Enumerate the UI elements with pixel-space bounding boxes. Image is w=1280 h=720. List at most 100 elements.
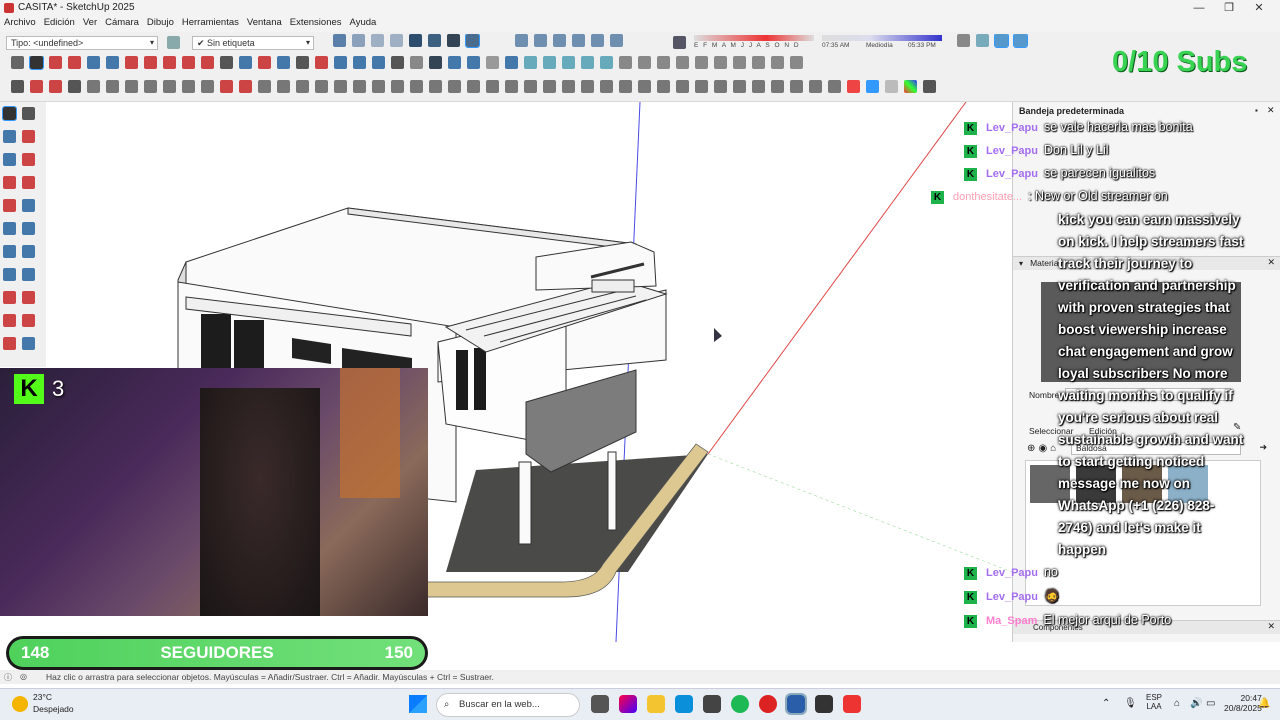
solid-2-icon[interactable]: [467, 56, 480, 69]
move-tool-icon[interactable]: [3, 291, 16, 304]
group-2-icon[interactable]: [543, 56, 556, 69]
tool-g-icon[interactable]: [125, 80, 138, 93]
right-view-icon[interactable]: [390, 34, 403, 47]
group-1-icon[interactable]: [524, 56, 537, 69]
extension-icon[interactable]: [353, 56, 366, 69]
tool-x-icon[interactable]: [448, 80, 461, 93]
tool-ao-icon[interactable]: [771, 80, 784, 93]
tray-chevron-icon[interactable]: ⌃: [1102, 698, 1110, 709]
sketchup-taskbar-icon[interactable]: [785, 693, 807, 715]
menu-camara[interactable]: Cámara: [101, 16, 143, 30]
tool-aj-icon[interactable]: [676, 80, 689, 93]
tool-i-icon[interactable]: [163, 80, 176, 93]
tool-ag-icon[interactable]: [619, 80, 632, 93]
windows-start-icon[interactable]: [409, 695, 427, 713]
solid-3-icon[interactable]: [486, 56, 499, 69]
tool-k-icon[interactable]: [201, 80, 214, 93]
pie-tool-icon[interactable]: [22, 268, 35, 281]
style-2-icon[interactable]: [534, 34, 547, 47]
followme-tool-icon[interactable]: [22, 314, 35, 327]
menu-ver[interactable]: Ver: [79, 16, 101, 30]
arc2-tool-icon[interactable]: [22, 245, 35, 258]
move-icon[interactable]: [144, 56, 157, 69]
tool-e-icon[interactable]: [87, 80, 100, 93]
tag-tool-icon[interactable]: [3, 153, 16, 166]
opera-icon[interactable]: [759, 695, 777, 713]
push-pull-icon[interactable]: [125, 56, 138, 69]
menu-dibujo[interactable]: Dibujo: [143, 16, 178, 30]
rotated-rect-tool-icon[interactable]: [22, 199, 35, 212]
copy-icon[interactable]: [676, 56, 689, 69]
paint-icon[interactable]: [239, 56, 252, 69]
back-view-icon[interactable]: [409, 34, 422, 47]
style-5-icon[interactable]: [591, 34, 604, 47]
group-3-icon[interactable]: [562, 56, 575, 69]
tool-o-icon[interactable]: [277, 80, 290, 93]
sun-icon[interactable]: [976, 34, 989, 47]
section-display-icon[interactable]: [1013, 34, 1028, 48]
menu-herramientas[interactable]: Herramientas: [178, 16, 243, 30]
info-icon[interactable]: [790, 56, 803, 69]
save-icon[interactable]: [638, 56, 651, 69]
weather-icon[interactable]: [12, 696, 28, 712]
tool-ac-icon[interactable]: [543, 80, 556, 93]
menu-ventana[interactable]: Ventana: [243, 16, 286, 30]
zoom-extents-icon[interactable]: [315, 56, 328, 69]
zoom-icon[interactable]: [296, 56, 309, 69]
tool-ab-icon[interactable]: [524, 80, 537, 93]
minimize-button[interactable]: —: [1184, 0, 1214, 16]
maximize-button[interactable]: ❐: [1214, 0, 1244, 16]
user-icon[interactable]: [429, 56, 442, 69]
delete-icon[interactable]: [714, 56, 727, 69]
expand-icon[interactable]: ▾: [1019, 259, 1023, 268]
tool-y-icon[interactable]: [467, 80, 480, 93]
tag-combo[interactable]: ✔ Sin etiqueta: [192, 36, 314, 50]
menu-extensiones[interactable]: Extensiones: [286, 16, 346, 30]
component-tool-icon[interactable]: [22, 107, 35, 120]
tape-icon[interactable]: [220, 56, 233, 69]
offset-icon[interactable]: [201, 56, 214, 69]
tool-a-icon[interactable]: [11, 80, 24, 93]
tool-ae-icon[interactable]: [581, 80, 594, 93]
tool-aa-icon[interactable]: [505, 80, 518, 93]
tool-ap-icon[interactable]: [790, 80, 803, 93]
fog-icon[interactable]: [957, 34, 970, 47]
tool-s-icon[interactable]: [353, 80, 366, 93]
style-6-icon[interactable]: [610, 34, 623, 47]
tray-close-icon[interactable]: ✕: [1267, 105, 1275, 116]
eraser-tool-icon[interactable]: [22, 130, 35, 143]
shaded-icon[interactable]: [465, 34, 480, 48]
open-icon[interactable]: [619, 56, 632, 69]
line-icon[interactable]: [87, 56, 100, 69]
paste-icon[interactable]: [695, 56, 708, 69]
tool-ar-icon[interactable]: [828, 80, 841, 93]
rectangle-icon[interactable]: [106, 56, 119, 69]
tool-q-icon[interactable]: [315, 80, 328, 93]
warehouse-icon[interactable]: [334, 56, 347, 69]
axes-icon[interactable]: [923, 80, 936, 93]
pushpull-tool-icon[interactable]: [22, 291, 35, 304]
tool-aq-icon[interactable]: [809, 80, 822, 93]
pencil-icon[interactable]: [68, 56, 81, 69]
group-5-icon[interactable]: [600, 56, 613, 69]
tool-ah-icon[interactable]: [638, 80, 651, 93]
tool-r-icon[interactable]: [334, 80, 347, 93]
tray-pin-icon[interactable]: ▪: [1255, 106, 1258, 115]
type-combo[interactable]: Tipo: <undefined>: [6, 36, 158, 50]
select-tool-icon[interactable]: [2, 106, 17, 121]
menu-edicion[interactable]: Edición: [40, 16, 79, 30]
language-indicator[interactable]: ESP LAA: [1146, 693, 1162, 711]
style-1-icon[interactable]: [515, 34, 528, 47]
search-icon[interactable]: [11, 56, 24, 69]
iso-view-icon[interactable]: [333, 34, 346, 47]
volume-icon[interactable]: 🔊: [1190, 698, 1202, 709]
spotify-icon[interactable]: [731, 695, 749, 713]
taskbar-search-input[interactable]: ⌕ Buscar en la web...: [436, 693, 580, 717]
status-info-icon[interactable]: ⓘ: [4, 672, 12, 683]
rotate-tool-icon[interactable]: [3, 314, 16, 327]
shadows-toggle-icon[interactable]: [673, 36, 686, 49]
scale-icon[interactable]: [182, 56, 195, 69]
tool-z-icon[interactable]: [486, 80, 499, 93]
materials-close-icon[interactable]: ✕: [1267, 257, 1275, 268]
status-geo-icon[interactable]: ◎: [20, 672, 27, 681]
